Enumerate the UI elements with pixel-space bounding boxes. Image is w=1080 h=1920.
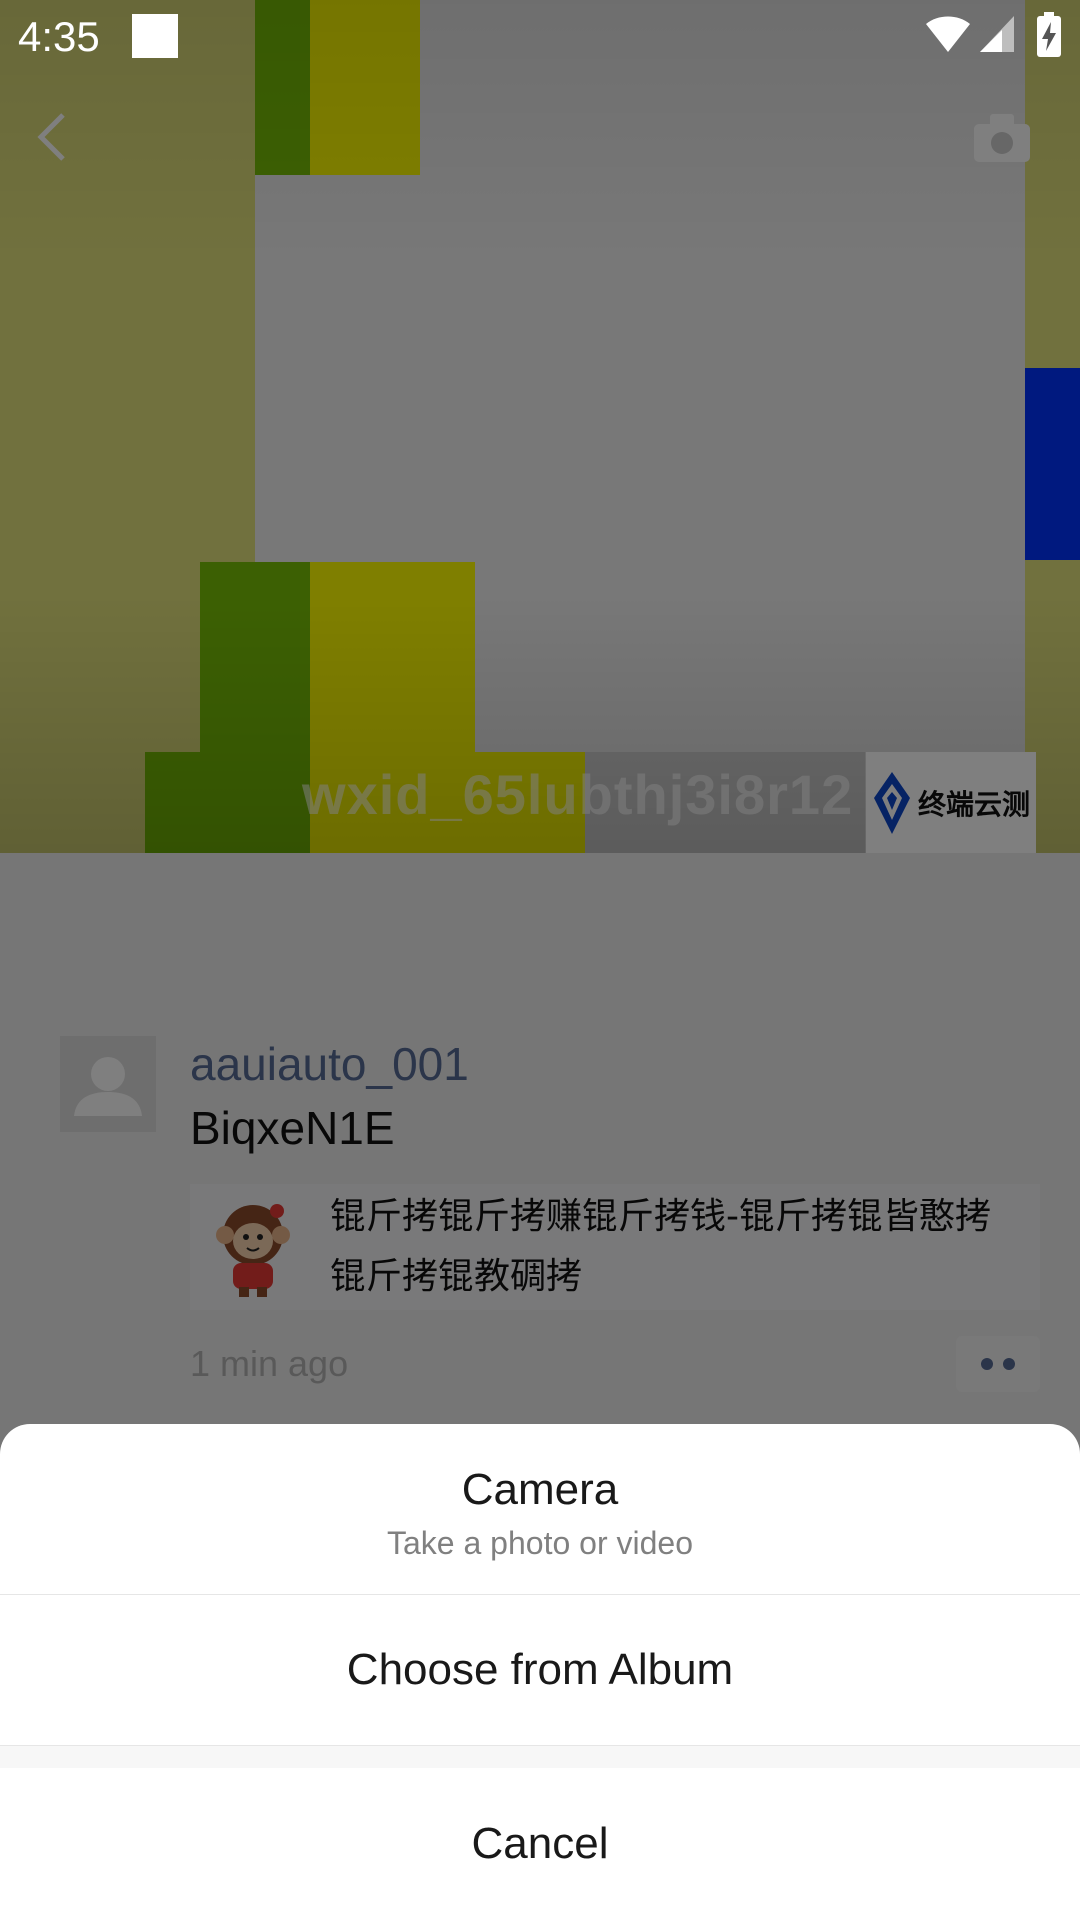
wifi-icon <box>926 16 970 52</box>
choose-from-album-option[interactable]: Choose from Album <box>0 1595 1080 1746</box>
action-sheet: Camera Take a photo or video Choose from… <box>0 1424 1080 1920</box>
signal-icon <box>980 16 1014 52</box>
camera-option-title: Camera <box>461 1465 619 1514</box>
notification-icon <box>132 14 178 58</box>
battery-charging-icon <box>1037 12 1061 57</box>
divider <box>0 1746 1080 1768</box>
camera-option-subtitle: Take a photo or video <box>387 1525 693 1561</box>
status-time: 4:35 <box>18 13 100 60</box>
cancel-button[interactable]: Cancel <box>0 1768 1080 1920</box>
status-bar: 4:35 <box>0 0 1080 74</box>
camera-option[interactable]: Camera Take a photo or video <box>0 1424 1080 1595</box>
